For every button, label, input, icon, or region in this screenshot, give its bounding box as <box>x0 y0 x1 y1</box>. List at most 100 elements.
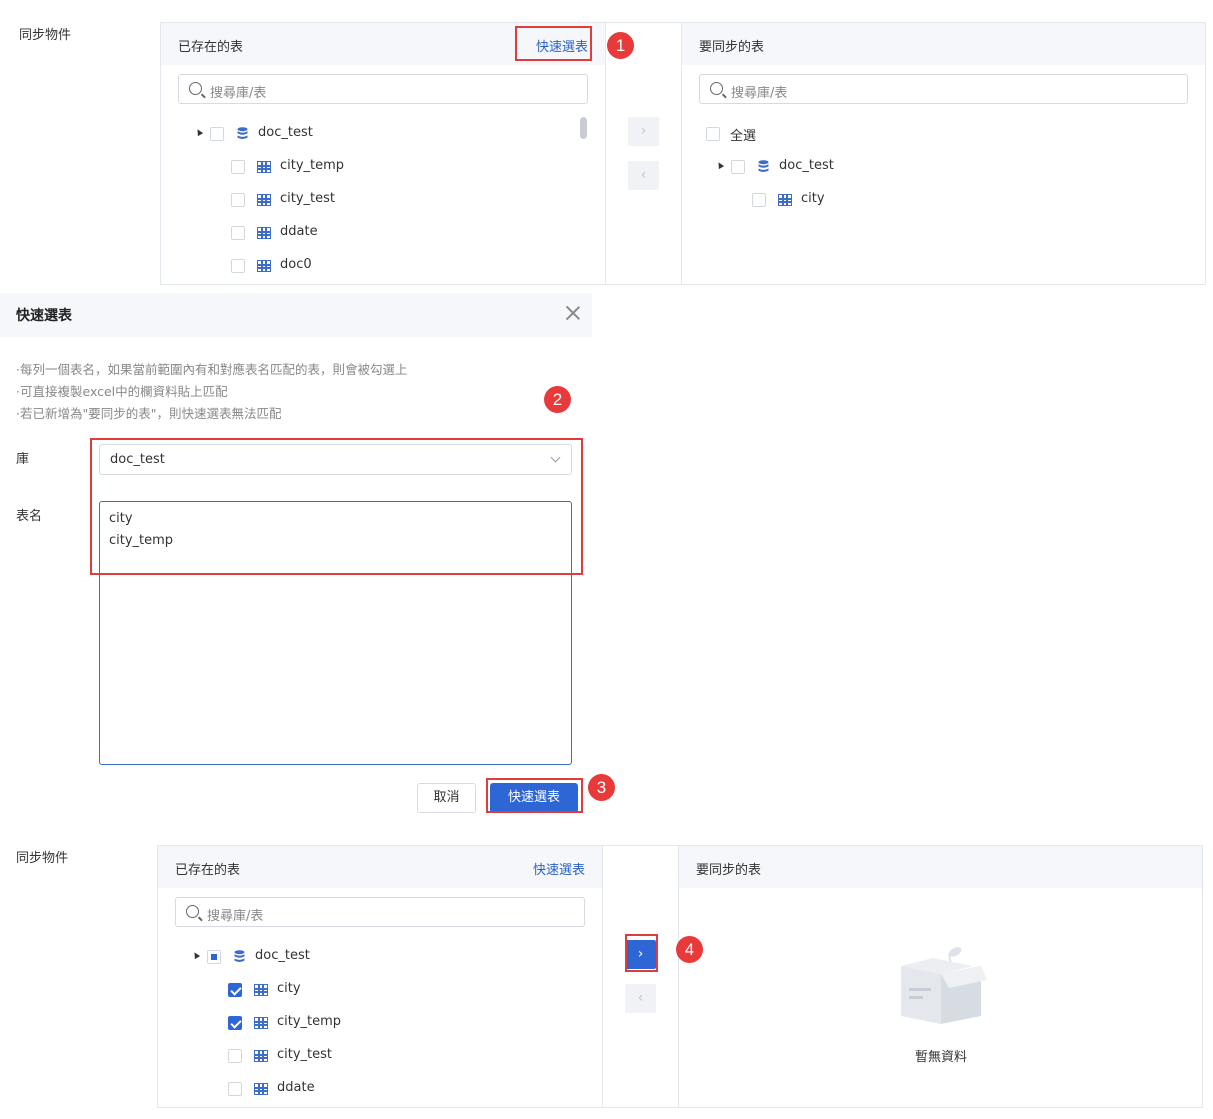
search-input[interactable]: 搜尋庫/表 <box>178 74 588 104</box>
table-icon <box>257 227 271 239</box>
hint-text: ·可直接複製excel中的欄資料貼上匹配 <box>16 384 228 399</box>
table-name: ddate <box>277 1080 315 1095</box>
db-select[interactable]: doc_test <box>99 444 572 475</box>
cancel-button[interactable]: 取消 <box>417 783 476 813</box>
panel-header: 要同步的表 <box>682 23 1205 65</box>
search-icon <box>710 82 723 95</box>
hint-text: ·每列一個表名，如果當前範圍內有和對應表名匹配的表，則會被勾選上 <box>16 362 408 377</box>
hint-text: ·若已新增為"要同步的表"，則快速選表無法匹配 <box>16 406 282 421</box>
panel-title: 已存在的表 <box>175 863 241 878</box>
select-all-checkbox[interactable] <box>706 127 720 141</box>
dialog-header: 快速選表 <box>0 293 592 337</box>
quick-select-link[interactable]: 快速選表 <box>536 36 588 55</box>
panel-title: 要同步的表 <box>696 863 762 878</box>
quick-select-link[interactable]: 快速選表 <box>533 859 585 878</box>
tree-node-table[interactable]: city_temp <box>231 157 491 177</box>
search-placeholder: 搜尋庫/表 <box>731 86 788 101</box>
table-names-textarea[interactable]: city city_temp <box>99 501 572 765</box>
panel-header: 已存在的表 快速選表 <box>161 23 605 65</box>
table-icon <box>254 984 268 996</box>
tree-node-db[interactable]: doc_test <box>191 947 492 967</box>
checkbox[interactable] <box>210 127 224 141</box>
dialog-title: 快速選表 <box>16 308 72 324</box>
table-icon <box>257 161 271 173</box>
tree-node-table[interactable]: city_temp <box>228 1013 488 1033</box>
section-label: 同步物件 <box>19 28 72 43</box>
chevron-down-icon <box>550 452 561 463</box>
tree-node-db[interactable]: doc_test <box>715 157 1016 177</box>
table-label: 表名 <box>16 509 43 524</box>
panel-header: 已存在的表 快速選表 <box>158 846 602 888</box>
table-name: city_temp <box>277 1014 342 1029</box>
textarea-line: city <box>109 511 133 526</box>
table-name: city <box>277 981 301 996</box>
table-name: city <box>801 191 825 206</box>
quick-select-button[interactable]: 快速選表 <box>490 783 578 813</box>
caret-icon[interactable] <box>194 127 204 137</box>
move-right-button[interactable]: › <box>625 940 656 969</box>
step-badge: 3 <box>588 774 615 801</box>
caret-icon[interactable] <box>715 160 725 170</box>
select-all-row[interactable]: 全選 <box>706 124 906 144</box>
panel-title: 已存在的表 <box>178 40 244 55</box>
empty-text: 暫無資料 <box>915 1050 968 1065</box>
step-badge: 2 <box>544 386 571 413</box>
database-icon <box>758 160 769 172</box>
transfer-buttons: › ‹ <box>606 23 682 284</box>
close-icon[interactable] <box>565 305 581 321</box>
checkbox[interactable] <box>231 259 245 273</box>
search-icon <box>186 905 199 918</box>
tree-node-db[interactable]: doc_test <box>194 124 495 144</box>
move-right-button[interactable]: › <box>628 117 659 146</box>
checkbox[interactable] <box>752 193 766 207</box>
checkbox-checked[interactable] <box>228 1016 242 1030</box>
checkbox[interactable] <box>228 1049 242 1063</box>
db-name: doc_test <box>255 948 310 963</box>
panel-title: 要同步的表 <box>699 40 765 55</box>
checkbox[interactable] <box>231 226 245 240</box>
checkbox[interactable] <box>731 160 745 174</box>
checkbox-checked[interactable] <box>228 983 242 997</box>
tree-node-table[interactable]: ddate <box>231 223 491 243</box>
sync-tables-panel: 要同步的表 暫無資料 <box>679 846 1202 1107</box>
db-select-value: doc_test <box>110 452 165 467</box>
checkbox-partial[interactable] <box>207 950 221 964</box>
db-name: doc_test <box>258 125 313 140</box>
transfer-panel: 已存在的表 快速選表 搜尋庫/表 doc_test city_temp city… <box>160 22 1206 285</box>
tree-node-table[interactable]: city_test <box>228 1046 488 1066</box>
db-name: doc_test <box>779 158 834 173</box>
tree-node-table[interactable]: city_test <box>231 190 491 210</box>
checkbox[interactable] <box>231 160 245 174</box>
checkbox[interactable] <box>228 1082 242 1096</box>
tree-node-table[interactable]: city <box>752 190 1012 210</box>
existing-tables-panel: 已存在的表 快速選表 搜尋庫/表 doc_test city city_temp… <box>158 846 603 1107</box>
caret-icon[interactable] <box>191 950 201 960</box>
sync-tables-panel: 要同步的表 搜尋庫/表 全選 doc_test city <box>682 23 1205 284</box>
move-left-button[interactable]: ‹ <box>625 984 656 1013</box>
table-name: doc0 <box>280 257 312 272</box>
table-icon <box>778 194 792 206</box>
step-badge: 1 <box>607 32 634 59</box>
table-icon <box>254 1083 268 1095</box>
transfer-buttons: › ‹ <box>603 846 679 1107</box>
search-input[interactable]: 搜尋庫/表 <box>699 74 1188 104</box>
tree-node-table[interactable]: doc0 <box>231 256 491 276</box>
table-icon <box>254 1017 268 1029</box>
scrollbar-thumb[interactable] <box>580 117 587 139</box>
empty-box-icon <box>901 947 987 1024</box>
checkbox[interactable] <box>231 193 245 207</box>
existing-tables-panel: 已存在的表 快速選表 搜尋庫/表 doc_test city_temp city… <box>161 23 606 284</box>
table-icon <box>254 1050 268 1062</box>
transfer-panel: 已存在的表 快速選表 搜尋庫/表 doc_test city city_temp… <box>157 845 1203 1108</box>
table-icon <box>257 260 271 272</box>
tree-node-table[interactable]: ddate <box>228 1079 488 1099</box>
tree-node-table[interactable]: city <box>228 980 488 1000</box>
search-icon <box>189 82 202 95</box>
table-icon <box>257 194 271 206</box>
panel-header: 要同步的表 <box>679 846 1202 888</box>
move-left-button[interactable]: ‹ <box>628 161 659 190</box>
search-input[interactable]: 搜尋庫/表 <box>175 897 585 927</box>
textarea-line: city_temp <box>109 533 174 548</box>
search-placeholder: 搜尋庫/表 <box>210 86 267 101</box>
table-name: city_test <box>280 191 336 206</box>
